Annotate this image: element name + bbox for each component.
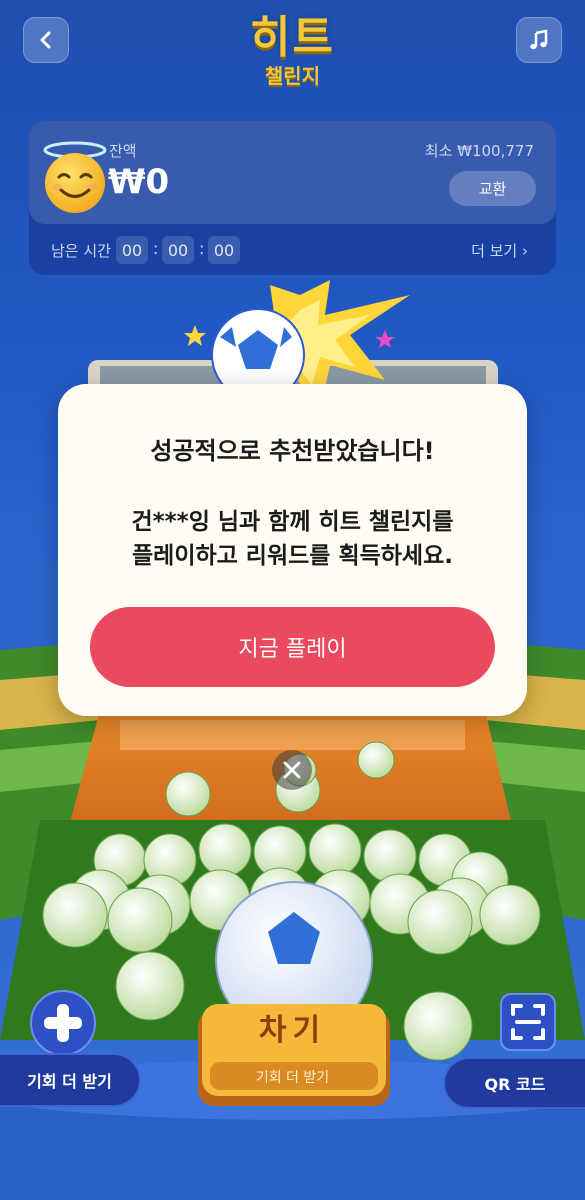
page-title: 히트 챌린지 xyxy=(0,12,585,89)
more-link[interactable]: 더 보기 › xyxy=(471,240,528,261)
time-separator: : xyxy=(153,239,159,258)
title-sub: 챌린지 xyxy=(264,64,321,88)
time-hours: 00 xyxy=(116,236,148,264)
exchange-button[interactable]: 교환 xyxy=(449,171,536,206)
time-seconds: 00 xyxy=(208,236,240,264)
close-button[interactable] xyxy=(272,750,312,790)
game-screen: 히트 챌린지 잔액 ₩0 최소 ₩100,777 교환 남은 시간 00: 0… xyxy=(0,0,585,1200)
title-main: 히트 xyxy=(250,12,335,63)
music-button[interactable] xyxy=(516,17,562,63)
play-now-button[interactable]: 지금 플레이 xyxy=(90,607,495,687)
balance-amount: ₩0 xyxy=(108,162,170,202)
qr-scan-icon xyxy=(500,993,556,1051)
close-icon xyxy=(283,761,301,779)
time-separator: : xyxy=(199,239,205,258)
minimum-amount: 최소 ₩100,777 xyxy=(424,142,534,160)
time-remaining-label: 남은 시간 xyxy=(51,242,111,260)
modal-message-line1: 건***잉 님과 함께 히트 챌린지를 xyxy=(131,509,454,535)
balance-label: 잔액 xyxy=(109,142,137,160)
modal-title: 성공적으로 추천받았습니다! xyxy=(150,437,435,465)
modal-message-line2: 플레이하고 리워드를 획득하세요. xyxy=(132,543,453,569)
modal-message: 건***잉 님과 함께 히트 챌린지를 플레이하고 리워드를 획득하세요. xyxy=(0,505,585,573)
music-note-icon xyxy=(530,29,548,50)
time-minutes: 00 xyxy=(162,236,194,264)
qr-code-button[interactable]: QR 코드 xyxy=(443,1057,585,1109)
